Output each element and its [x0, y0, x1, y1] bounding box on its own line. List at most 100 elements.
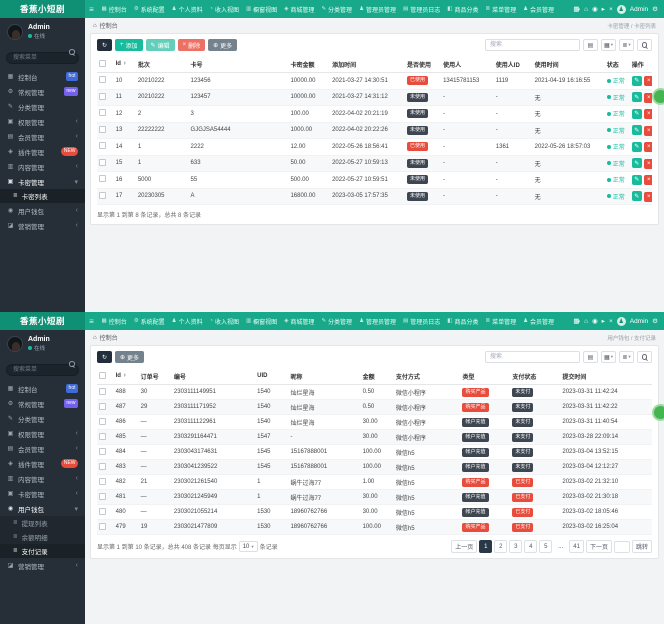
select-all-checkbox[interactable]: [99, 371, 106, 379]
topnav-item[interactable]: ✎ 分类管理: [318, 312, 356, 330]
topnav-item[interactable]: ♟ 个人资料: [168, 312, 206, 330]
row-checkbox[interactable]: [99, 175, 106, 183]
column-header[interactable]: 昵称: [288, 368, 361, 385]
sidebar-item[interactable]: ⚙ 常规管理 new: [0, 396, 85, 411]
prev-page-button[interactable]: 上一页: [451, 540, 478, 553]
row-checkbox[interactable]: [99, 109, 106, 117]
row-checkbox[interactable]: [99, 142, 106, 150]
topnav-item[interactable]: ⚙ 系统配置: [130, 312, 168, 330]
logout-icon[interactable]: ⚙: [652, 5, 658, 13]
sidebar-item[interactable]: ✎ 分类管理: [0, 99, 85, 114]
sidebar-item[interactable]: ◪ 营销管理 ‹: [0, 558, 85, 573]
topnav-item[interactable]: ◔ 收入视图: [206, 0, 242, 18]
row-checkbox[interactable]: [99, 125, 106, 133]
row-checkbox[interactable]: [99, 387, 106, 395]
edit-button[interactable]: ✎: [631, 125, 642, 135]
sidebar-subitem[interactable]: ≣ 提现列表: [0, 516, 85, 530]
search-input[interactable]: [485, 39, 580, 51]
sidebar-item[interactable]: ▣ 卡密管理 ‹: [0, 486, 85, 501]
column-header[interactable]: UID: [255, 368, 289, 385]
search-input[interactable]: [485, 351, 580, 363]
delete-button[interactable]: ×: [643, 175, 652, 185]
close-all-icon[interactable]: ×: [609, 318, 613, 325]
sidebar-item[interactable]: ◉ 用户钱包 ‹: [0, 203, 85, 218]
row-checkbox[interactable]: [99, 507, 106, 515]
sidebar-item[interactable]: ▤ 会员管理 ‹: [0, 129, 85, 144]
edit-button[interactable]: ✎: [631, 141, 642, 152]
user-avatar[interactable]: ♟: [616, 4, 626, 14]
page-button[interactable]: 1: [479, 540, 493, 553]
column-header[interactable]: 提交时间: [560, 368, 652, 385]
column-header[interactable]: 使用人: [441, 56, 494, 73]
sidebar-item[interactable]: ◉ 用户钱包 ▾: [0, 501, 85, 516]
search-button[interactable]: [637, 351, 652, 363]
topnav-item[interactable]: ≣ 菜单管理: [482, 312, 520, 330]
topnav-item[interactable]: ♟ 管理员管理: [356, 312, 400, 330]
home-icon[interactable]: ⌂: [584, 6, 588, 13]
floating-service-button[interactable]: [652, 88, 664, 105]
sort-icon[interactable]: ▲ ▼: [123, 60, 126, 66]
row-checkbox[interactable]: [99, 432, 106, 440]
row-checkbox[interactable]: [99, 402, 106, 410]
toggle-search-button[interactable]: ▤: [583, 351, 598, 363]
export-button[interactable]: ≣ ▾: [619, 39, 634, 51]
edit-button[interactable]: ✎: [631, 92, 642, 102]
grid-menu-icon[interactable]: ▦▾: [573, 317, 580, 325]
column-header[interactable]: 状态: [604, 56, 630, 73]
close-all-icon[interactable]: ×: [609, 6, 613, 13]
navbar-username[interactable]: Admin: [630, 6, 648, 13]
page-button[interactable]: 3: [509, 540, 523, 553]
app-logo[interactable]: 香蕉小短剧: [0, 312, 85, 330]
select-all-checkbox[interactable]: [99, 59, 106, 67]
sidebar-item[interactable]: ◈ 插件管理 NEW: [0, 144, 85, 159]
per-page-select[interactable]: 10 ▾: [238, 541, 258, 552]
sidebar-avatar[interactable]: [7, 336, 23, 352]
topnav-item[interactable]: ▤ 管理员日志: [400, 312, 444, 330]
home-icon[interactable]: ⌂: [584, 318, 588, 325]
sidebar-item[interactable]: ✎ 分类管理: [0, 411, 85, 426]
delete-button[interactable]: ×: [643, 125, 652, 136]
row-checkbox[interactable]: [99, 191, 106, 199]
column-header[interactable]: 批次: [135, 56, 189, 73]
sidebar-item[interactable]: ▣ 权限管理 ‹: [0, 426, 85, 441]
column-header[interactable]: 卡密金额: [288, 56, 331, 73]
column-header[interactable]: 添加时间: [330, 56, 405, 73]
more-button[interactable]: ⊕ 更多: [115, 351, 145, 363]
sidebar-subitem[interactable]: ≣ 卡密列表: [0, 189, 85, 203]
column-header[interactable]: 金额: [360, 368, 394, 385]
row-checkbox[interactable]: [99, 158, 106, 166]
topnav-item[interactable]: ▥ 橱窗视图: [242, 312, 280, 330]
sidebar-item[interactable]: ◈ 插件管理 NEW: [0, 456, 85, 471]
navbar-username[interactable]: Admin: [630, 318, 648, 325]
edit-button[interactable]: ✎: [631, 108, 642, 119]
topnav-item[interactable]: ▦ 控制台: [98, 0, 130, 18]
column-header[interactable]: Id ▲ ▼: [113, 56, 136, 73]
globe-icon[interactable]: ◉: [592, 5, 598, 13]
topnav-item[interactable]: ▤ 管理员日志: [400, 0, 444, 18]
column-header[interactable]: 使用人ID: [493, 56, 533, 73]
edit-button[interactable]: ✎: [631, 158, 642, 168]
sidebar-subitem[interactable]: ≣ 支付记录: [0, 544, 85, 558]
edit-button[interactable]: ✎: [631, 191, 642, 201]
toggle-search-button[interactable]: ▤: [583, 39, 598, 51]
row-checkbox[interactable]: [99, 462, 106, 470]
column-header[interactable]: 操作: [629, 56, 652, 73]
column-header[interactable]: 支付方式: [393, 368, 461, 385]
sidebar-item[interactable]: ▦ 控制台 hot: [0, 69, 85, 84]
sort-icon[interactable]: ▲ ▼: [123, 372, 126, 378]
page-button[interactable]: 2: [494, 540, 508, 553]
row-checkbox[interactable]: [99, 92, 106, 100]
breadcrumb[interactable]: 控制台: [100, 333, 118, 342]
row-checkbox[interactable]: [99, 477, 106, 485]
floating-service-button[interactable]: [652, 404, 664, 421]
topnav-item[interactable]: ◧ 商品分类: [444, 0, 482, 18]
row-checkbox[interactable]: [99, 447, 106, 455]
topnav-item[interactable]: ♟ 会员管理: [520, 0, 558, 18]
delete-button[interactable]: ×: [643, 109, 652, 119]
search-button[interactable]: [637, 39, 652, 51]
sidebar-item[interactable]: ▥ 内容管理 ‹: [0, 471, 85, 486]
page-button[interactable]: 4: [524, 540, 538, 553]
app-logo[interactable]: 香蕉小短剧: [0, 0, 85, 18]
column-header[interactable]: 卡号: [188, 56, 289, 73]
column-header[interactable]: 是否使用: [405, 56, 442, 73]
